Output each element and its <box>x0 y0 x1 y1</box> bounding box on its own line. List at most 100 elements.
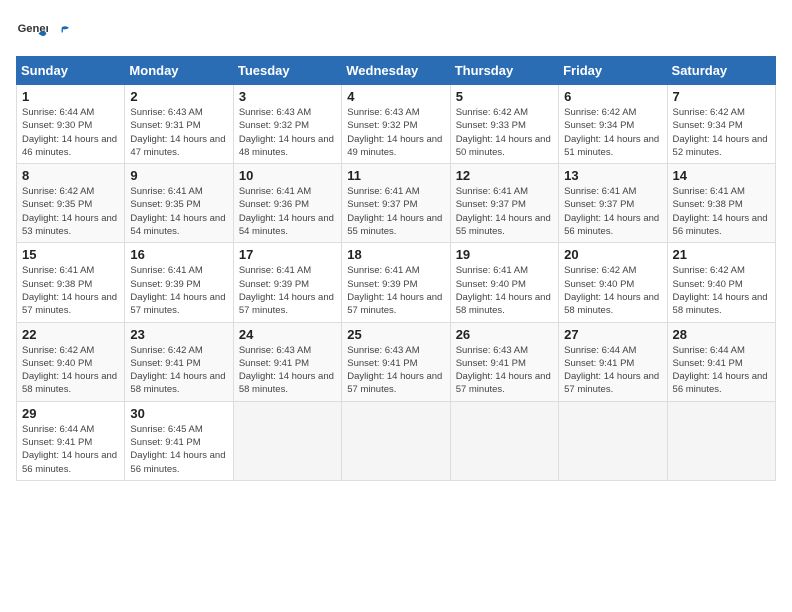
calendar-cell: 9 Sunrise: 6:41 AMSunset: 9:35 PMDaylight… <box>125 164 233 243</box>
calendar-cell: 22Sunrise: 6:42 AMSunset: 9:40 PMDayligh… <box>17 322 125 401</box>
day-info: Sunrise: 6:42 AMSunset: 9:41 PMDaylight:… <box>130 344 227 397</box>
calendar-cell: 16 Sunrise: 6:41 AMSunset: 9:39 PMDayligh… <box>125 243 233 322</box>
calendar-cell: 10 Sunrise: 6:41 AMSunset: 9:36 PMDayligh… <box>233 164 341 243</box>
day-info: Sunrise: 6:41 AMSunset: 9:38 PMDaylight:… <box>673 185 770 238</box>
day-number: 4 <box>347 89 444 104</box>
header: General <box>16 16 776 48</box>
day-number: 9 <box>130 168 227 183</box>
day-number: 21 <box>673 247 770 262</box>
day-number: 24 <box>239 327 336 342</box>
logo-text <box>52 23 72 41</box>
day-number: 26 <box>456 327 553 342</box>
day-info: Sunrise: 6:41 AMSunset: 9:39 PMDaylight:… <box>347 264 444 317</box>
day-info: Sunrise: 6:41 AMSunset: 9:37 PMDaylight:… <box>456 185 553 238</box>
calendar-cell: 18 Sunrise: 6:41 AMSunset: 9:39 PMDayligh… <box>342 243 450 322</box>
calendar-cell: 2Sunrise: 6:43 AMSunset: 9:31 PMDaylight… <box>125 85 233 164</box>
day-info: Sunrise: 6:43 AMSunset: 9:32 PMDaylight:… <box>347 106 444 159</box>
day-info: Sunrise: 6:43 AMSunset: 9:41 PMDaylight:… <box>347 344 444 397</box>
day-number: 22 <box>22 327 119 342</box>
day-number: 11 <box>347 168 444 183</box>
day-header-thursday: Thursday <box>450 57 558 85</box>
day-number: 8 <box>22 168 119 183</box>
calendar-cell: 29 Sunrise: 6:44 AMSunset: 9:41 PMDayligh… <box>17 401 125 480</box>
day-header-sunday: Sunday <box>17 57 125 85</box>
day-info: Sunrise: 6:42 AMSunset: 9:40 PMDaylight:… <box>564 264 661 317</box>
calendar-cell: 20 Sunrise: 6:42 AMSunset: 9:40 PMDayligh… <box>559 243 667 322</box>
calendar-week-4: 22Sunrise: 6:42 AMSunset: 9:40 PMDayligh… <box>17 322 776 401</box>
calendar-week-5: 29 Sunrise: 6:44 AMSunset: 9:41 PMDayligh… <box>17 401 776 480</box>
calendar-cell <box>233 401 341 480</box>
day-number: 3 <box>239 89 336 104</box>
calendar-cell: 25 Sunrise: 6:43 AMSunset: 9:41 PMDayligh… <box>342 322 450 401</box>
day-number: 16 <box>130 247 227 262</box>
day-header-friday: Friday <box>559 57 667 85</box>
day-number: 10 <box>239 168 336 183</box>
day-header-monday: Monday <box>125 57 233 85</box>
calendar-cell: 6Sunrise: 6:42 AMSunset: 9:34 PMDaylight… <box>559 85 667 164</box>
day-number: 15 <box>22 247 119 262</box>
calendar-cell: 3 Sunrise: 6:43 AMSunset: 9:32 PMDaylight… <box>233 85 341 164</box>
calendar-cell <box>559 401 667 480</box>
calendar-cell: 19Sunrise: 6:41 AMSunset: 9:40 PMDayligh… <box>450 243 558 322</box>
calendar-cell: 7 Sunrise: 6:42 AMSunset: 9:34 PMDaylight… <box>667 85 775 164</box>
day-number: 25 <box>347 327 444 342</box>
day-number: 18 <box>347 247 444 262</box>
day-header-wednesday: Wednesday <box>342 57 450 85</box>
day-number: 27 <box>564 327 661 342</box>
calendar-cell: 1 Sunrise: 6:44 AMSunset: 9:30 PMDaylight… <box>17 85 125 164</box>
day-number: 5 <box>456 89 553 104</box>
calendar-body: 1 Sunrise: 6:44 AMSunset: 9:30 PMDaylight… <box>17 85 776 481</box>
day-number: 23 <box>130 327 227 342</box>
calendar-cell <box>667 401 775 480</box>
day-header-tuesday: Tuesday <box>233 57 341 85</box>
calendar-cell: 13 Sunrise: 6:41 AMSunset: 9:37 PMDayligh… <box>559 164 667 243</box>
day-info: Sunrise: 6:43 AMSunset: 9:32 PMDaylight:… <box>239 106 336 159</box>
day-number: 1 <box>22 89 119 104</box>
logo-icon: General <box>16 16 48 48</box>
day-info: Sunrise: 6:44 AMSunset: 9:41 PMDaylight:… <box>22 423 119 476</box>
logo: General <box>16 16 72 48</box>
day-info: Sunrise: 6:43 AMSunset: 9:41 PMDaylight:… <box>456 344 553 397</box>
day-info: Sunrise: 6:41 AMSunset: 9:35 PMDaylight:… <box>130 185 227 238</box>
calendar-cell: 14 Sunrise: 6:41 AMSunset: 9:38 PMDayligh… <box>667 164 775 243</box>
day-info: Sunrise: 6:44 AMSunset: 9:30 PMDaylight:… <box>22 106 119 159</box>
day-number: 7 <box>673 89 770 104</box>
calendar-table: SundayMondayTuesdayWednesdayThursdayFrid… <box>16 56 776 481</box>
day-info: Sunrise: 6:41 AMSunset: 9:39 PMDaylight:… <box>130 264 227 317</box>
day-info: Sunrise: 6:43 AMSunset: 9:31 PMDaylight:… <box>130 106 227 159</box>
day-info: Sunrise: 6:41 AMSunset: 9:37 PMDaylight:… <box>564 185 661 238</box>
calendar-week-2: 8 Sunrise: 6:42 AMSunset: 9:35 PMDaylight… <box>17 164 776 243</box>
day-info: Sunrise: 6:41 AMSunset: 9:39 PMDaylight:… <box>239 264 336 317</box>
day-number: 12 <box>456 168 553 183</box>
day-info: Sunrise: 6:41 AMSunset: 9:38 PMDaylight:… <box>22 264 119 317</box>
calendar-cell <box>450 401 558 480</box>
day-number: 20 <box>564 247 661 262</box>
day-info: Sunrise: 6:44 AMSunset: 9:41 PMDaylight:… <box>673 344 770 397</box>
day-number: 28 <box>673 327 770 342</box>
day-info: Sunrise: 6:42 AMSunset: 9:40 PMDaylight:… <box>673 264 770 317</box>
day-number: 30 <box>130 406 227 421</box>
calendar-cell: 5Sunrise: 6:42 AMSunset: 9:33 PMDaylight… <box>450 85 558 164</box>
calendar-cell: 17 Sunrise: 6:41 AMSunset: 9:39 PMDayligh… <box>233 243 341 322</box>
calendar-week-1: 1 Sunrise: 6:44 AMSunset: 9:30 PMDaylight… <box>17 85 776 164</box>
calendar-cell: 26 Sunrise: 6:43 AMSunset: 9:41 PMDayligh… <box>450 322 558 401</box>
calendar-cell: 21 Sunrise: 6:42 AMSunset: 9:40 PMDayligh… <box>667 243 775 322</box>
day-info: Sunrise: 6:41 AMSunset: 9:36 PMDaylight:… <box>239 185 336 238</box>
calendar-cell: 24Sunrise: 6:43 AMSunset: 9:41 PMDayligh… <box>233 322 341 401</box>
header-row: SundayMondayTuesdayWednesdayThursdayFrid… <box>17 57 776 85</box>
day-info: Sunrise: 6:44 AMSunset: 9:41 PMDaylight:… <box>564 344 661 397</box>
calendar-cell <box>342 401 450 480</box>
calendar-cell: 27 Sunrise: 6:44 AMSunset: 9:41 PMDayligh… <box>559 322 667 401</box>
day-number: 29 <box>22 406 119 421</box>
day-info: Sunrise: 6:42 AMSunset: 9:34 PMDaylight:… <box>673 106 770 159</box>
day-info: Sunrise: 6:41 AMSunset: 9:37 PMDaylight:… <box>347 185 444 238</box>
day-number: 17 <box>239 247 336 262</box>
day-header-saturday: Saturday <box>667 57 775 85</box>
day-info: Sunrise: 6:41 AMSunset: 9:40 PMDaylight:… <box>456 264 553 317</box>
calendar-week-3: 15 Sunrise: 6:41 AMSunset: 9:38 PMDayligh… <box>17 243 776 322</box>
calendar-cell: 15 Sunrise: 6:41 AMSunset: 9:38 PMDayligh… <box>17 243 125 322</box>
day-info: Sunrise: 6:42 AMSunset: 9:35 PMDaylight:… <box>22 185 119 238</box>
day-number: 13 <box>564 168 661 183</box>
calendar-cell: 4 Sunrise: 6:43 AMSunset: 9:32 PMDaylight… <box>342 85 450 164</box>
day-number: 14 <box>673 168 770 183</box>
